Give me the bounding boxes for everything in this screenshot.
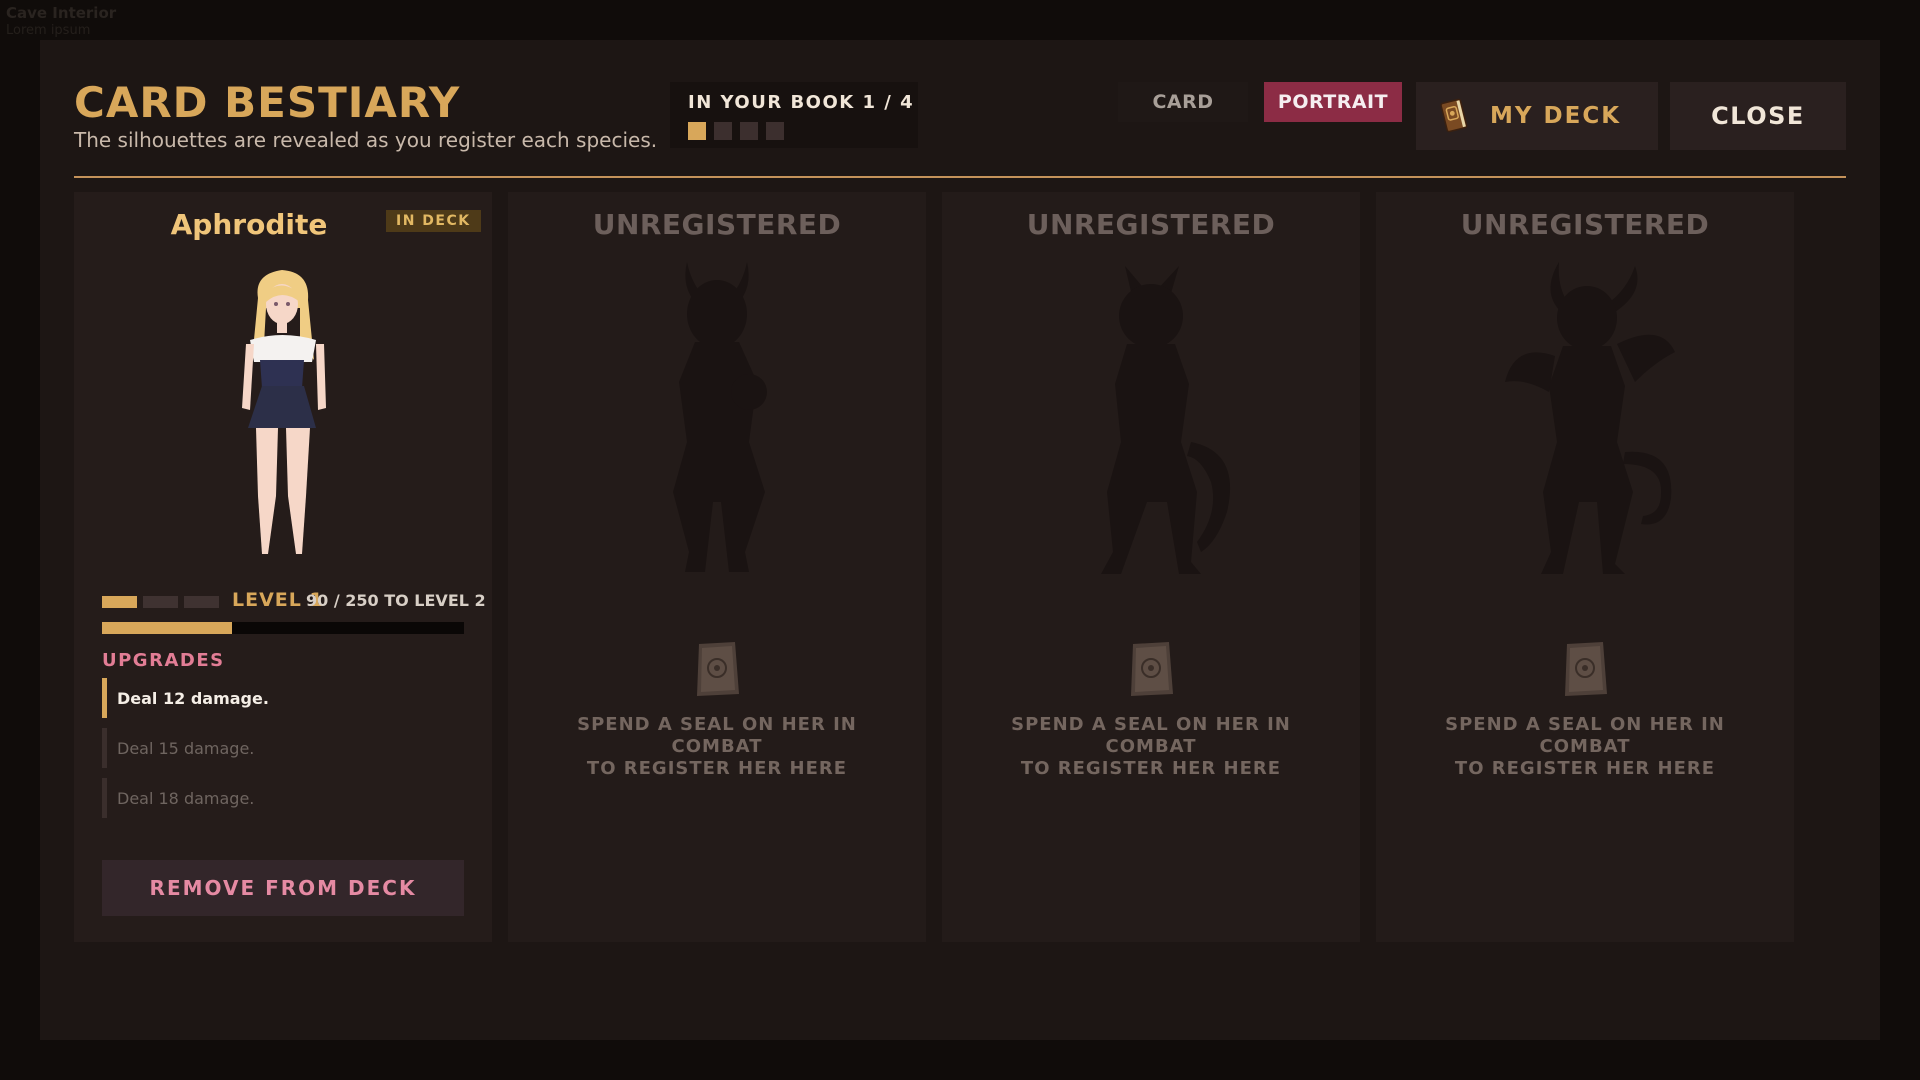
character-portrait [242,270,326,554]
upgrade-item: Deal 15 damage. [102,728,254,768]
unregistered-title: UNREGISTERED [1026,208,1276,241]
location-name: Cave Interior [6,4,117,22]
succubus-silhouette [1505,262,1675,574]
seal-icon [697,642,739,696]
bestiary-modal: CARD BESTIARY The silhouettes are reveal… [40,40,1880,1040]
upgrade-item: Deal 12 damage. [102,678,269,718]
page-title: CARD BESTIARY [74,78,461,127]
progress-dot [740,122,758,140]
location-sub: Lorem ipsum [6,23,91,38]
card-unregistered-1[interactable]: UNREGISTERED SPEND A SEAL ON HER IN COMB… [508,192,926,942]
unregistered-title: UNREGISTERED [1460,208,1710,241]
seal-icon [1131,642,1173,696]
header-divider [74,176,1846,178]
book-progress-label: IN YOUR BOOK 1 / 4 [688,92,915,113]
hint-line: SPEND A SEAL ON HER IN [1445,714,1725,735]
remove-from-deck-button[interactable]: REMOVE FROM DECK [102,860,464,916]
level-pip [102,596,137,608]
register-hint: SPEND A SEAL ON HER IN COMBAT TO REGISTE… [942,714,1360,780]
level-pip [143,596,178,608]
xp-text: 90 / 250 TO LEVEL 2 [306,591,486,610]
level-pip [184,596,219,608]
upgrade-item: Deal 18 damage. [102,778,254,818]
register-hint: SPEND A SEAL ON HER IN COMBAT TO REGISTE… [508,714,926,780]
xp-bar [102,622,464,634]
hint-line: COMBAT [1539,736,1631,757]
hint-line: SPEND A SEAL ON HER IN [1011,714,1291,735]
hint-line: SPEND A SEAL ON HER IN [577,714,857,735]
book-icon [1440,98,1468,133]
seal-icon [1565,642,1607,696]
portrait-mode-button[interactable]: PORTRAIT [1264,82,1402,122]
card-unregistered-3[interactable]: UNREGISTERED SPEND A SEAL ON HER IN COMB… [1376,192,1794,942]
card-mode-button[interactable]: CARD [1118,82,1248,122]
my-deck-button[interactable]: MY DECK [1416,82,1658,150]
hint-line: COMBAT [1105,736,1197,757]
hint-line: TO REGISTER HER HERE [1454,758,1716,779]
level-pips [102,596,219,608]
catgirl-silhouette [1101,266,1231,574]
progress-dot [688,122,706,140]
progress-dot [714,122,732,140]
card-unregistered-2[interactable]: UNREGISTERED SPEND A SEAL ON HER IN COMB… [942,192,1360,942]
book-progress-dots [688,122,784,140]
book-progress: IN YOUR BOOK 1 / 4 [670,82,918,148]
register-hint: SPEND A SEAL ON HER IN COMBAT TO REGISTE… [1376,714,1794,780]
in-deck-badge: IN DECK [386,210,481,232]
xp-bar-fill [102,622,233,634]
upgrades-title: UPGRADES [102,650,225,671]
hint-line: TO REGISTER HER HERE [586,758,848,779]
my-deck-label: MY DECK [1490,103,1622,129]
close-button[interactable]: CLOSE [1670,82,1846,150]
progress-dot [766,122,784,140]
horned-girl-silhouette [673,262,767,572]
hint-line: COMBAT [671,736,763,757]
location-label: Cave Interior Lorem ipsum [6,4,116,40]
card-aphrodite[interactable]: Aphrodite IN DECK LEVEL 1 90 / 250 TO LE… [74,192,492,942]
unregistered-title: UNREGISTERED [592,208,842,241]
hint-line: TO REGISTER HER HERE [1020,758,1282,779]
card-name: Aphrodite [170,208,328,241]
page-subtitle: The silhouettes are revealed as you regi… [74,128,658,152]
